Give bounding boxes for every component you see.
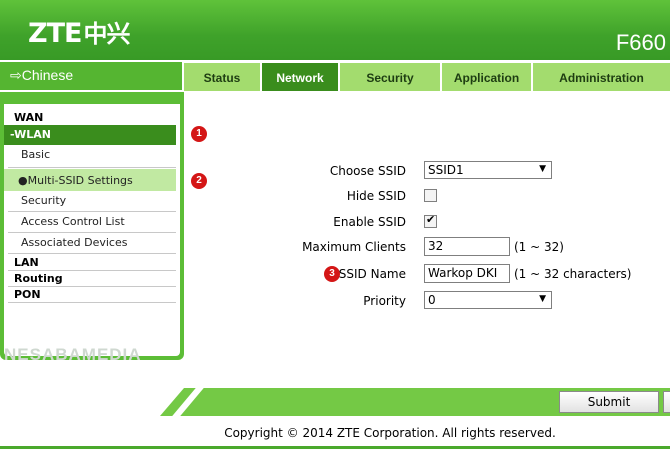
tab-security[interactable]: Security: [340, 63, 440, 91]
sidebar: WAN -WLAN Basic ●Multi-SSID Settings Sec…: [4, 104, 180, 356]
bullet-icon: ●: [18, 174, 28, 187]
ssid-name-row: SSID Name Warkop DKI (1 ~ 32 characters): [190, 264, 660, 286]
tab-application[interactable]: Application: [442, 63, 531, 91]
ssid-name-hint: (1 ~ 32 characters): [514, 267, 632, 281]
router-admin-page: ZTE中兴 F660 ⇨Chinese Status Network Secur…: [0, 0, 670, 449]
checkmark-icon: ✔: [426, 213, 436, 226]
hide-ssid-checkbox[interactable]: [424, 189, 437, 202]
sidebar-item-wlan[interactable]: -WLAN: [4, 125, 176, 145]
arrow-right-icon: ⇨: [10, 67, 22, 83]
header-banner: ZTE中兴 F660: [0, 0, 670, 60]
copyright-text: Copyright © 2014 ZTE Corporation. All ri…: [224, 426, 556, 440]
zte-logo: ZTE中兴: [28, 14, 130, 49]
dropdown-arrow-icon: ▼: [539, 164, 546, 174]
language-label: Chinese: [21, 67, 74, 83]
enable-ssid-row: Enable SSID ✔: [190, 212, 660, 234]
max-clients-label: Maximum Clients: [302, 240, 406, 254]
max-clients-row: Maximum Clients 32 (1 ~ 32): [190, 237, 660, 259]
divider: [8, 167, 176, 168]
max-clients-input[interactable]: 32: [424, 237, 510, 256]
logo-cn-text: 中兴: [83, 20, 130, 48]
sidebar-item-multi-ssid[interactable]: ●Multi-SSID Settings: [4, 169, 176, 191]
enable-ssid-checkbox[interactable]: ✔: [424, 213, 437, 228]
sidebar-item-basic[interactable]: Basic: [4, 145, 176, 165]
sidebar-item-associated-devices[interactable]: Associated Devices: [4, 233, 176, 253]
hide-ssid-row: Hide SSID: [190, 186, 660, 208]
priority-select[interactable]: 0 ▼: [424, 291, 552, 309]
priority-label: Priority: [363, 294, 406, 308]
choose-ssid-select[interactable]: SSID1 ▼: [424, 161, 552, 179]
language-switch[interactable]: ⇨Chinese: [0, 62, 182, 90]
ssid-name-label: SSID Name: [338, 267, 406, 281]
ssid-name-input[interactable]: Warkop DKI: [424, 264, 510, 283]
choose-ssid-label: Choose SSID: [329, 164, 406, 178]
choose-ssid-row: Choose SSID SSID1 ▼: [190, 161, 660, 183]
sidebar-item-label: Multi-SSID Settings: [27, 174, 133, 187]
dropdown-arrow-icon: ▼: [539, 294, 546, 304]
hide-ssid-label: Hide SSID: [346, 189, 406, 203]
tab-status[interactable]: Status: [184, 63, 260, 91]
logo-text: ZTE: [28, 18, 82, 49]
step-marker-1: 1: [191, 126, 207, 142]
cancel-button[interactable]: [663, 391, 670, 413]
sidebar-item-acl[interactable]: Access Control List: [4, 212, 176, 232]
priority-value: 0: [428, 293, 436, 307]
sidebar-item-security[interactable]: Security: [4, 191, 176, 211]
model-name: F660: [615, 30, 666, 55]
enable-ssid-label: Enable SSID: [333, 215, 406, 229]
divider: [8, 302, 176, 303]
submit-button[interactable]: Submit: [559, 391, 659, 413]
tab-network[interactable]: Network: [262, 63, 338, 91]
priority-row: Priority 0 ▼: [190, 291, 660, 313]
choose-ssid-value: SSID1: [428, 163, 464, 177]
max-clients-hint: (1 ~ 32): [514, 240, 564, 254]
tab-administration[interactable]: Administration: [533, 63, 670, 91]
watermark: NESABAMEDIA: [4, 345, 142, 364]
